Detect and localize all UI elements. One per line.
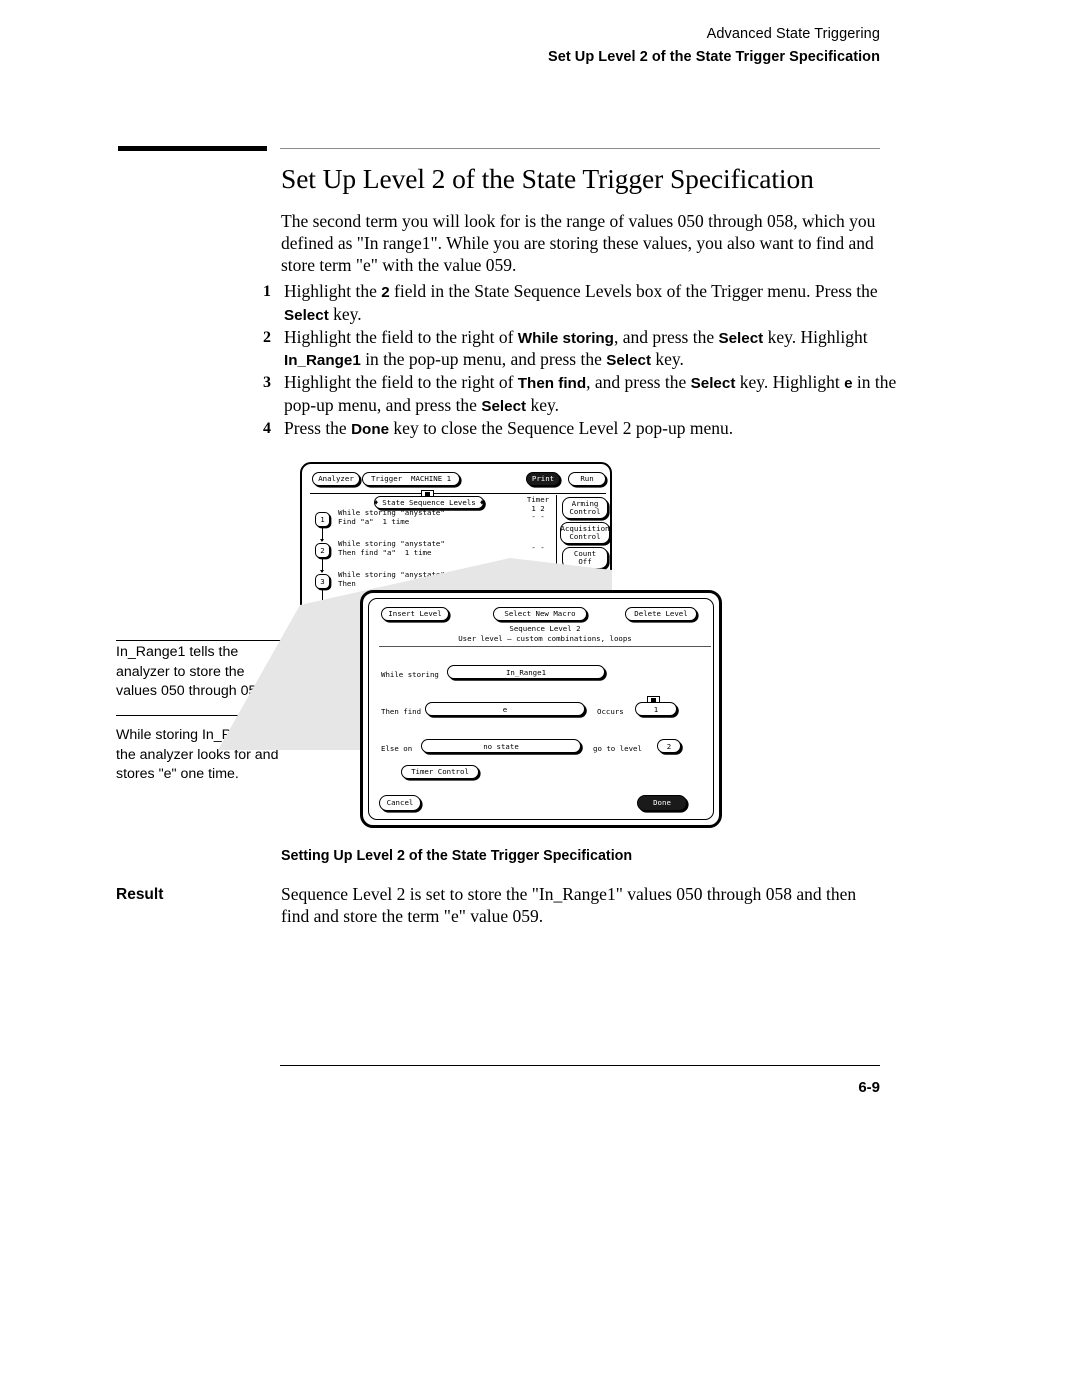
then-find-label: Then find: [381, 707, 422, 716]
upper-label: upper: [328, 660, 351, 669]
figure-caption: Setting Up Level 2 of the State Trigger …: [281, 848, 633, 864]
label-selector-text: Label: [326, 613, 350, 623]
page-title: Set Up Level 2 of the State Trigger Spec…: [281, 163, 814, 194]
label-panel-frame-left: [310, 609, 311, 697]
terms-selector[interactable]: ♦ Terms ♦: [312, 627, 364, 639]
lower-label: lower: [328, 675, 351, 684]
step-text: Press the Done key to close the Sequence…: [284, 417, 734, 438]
sequence-level-3-line1: While storing "anystate": [338, 570, 445, 579]
trigger-machine-menu-button[interactable]: Trigger MACHINE 1: [362, 472, 460, 486]
occurs-field[interactable]: 1: [635, 702, 677, 716]
title-rule-thin: [280, 148, 880, 149]
timer-column-divider: [556, 495, 557, 603]
dialog-title: Sequence Level 2: [509, 624, 581, 633]
else-on-field[interactable]: no state: [421, 739, 581, 753]
arming-control-button[interactable]: Arming Control: [562, 497, 608, 519]
cancel-button[interactable]: Cancel: [379, 795, 421, 811]
while-storing-label: While storing: [381, 670, 439, 679]
sequence-level-box-3[interactable]: 3: [315, 574, 330, 589]
result-label: Result: [116, 886, 164, 903]
step-item: 3 Highlight the field to the right of Th…: [258, 372, 898, 418]
done-button[interactable]: Done: [637, 795, 687, 811]
sequence-flow-arrowhead-3: [320, 601, 324, 604]
step-text: Highlight the 2 field in the State Seque…: [284, 281, 878, 324]
panel-title-text: State Sequence Levels: [382, 497, 476, 507]
dialog-header-divider: [379, 646, 711, 647]
occurs-label: Occurs: [597, 707, 624, 716]
sequence-level-1-line2: Find "a" 1 time: [338, 517, 410, 526]
label-selector[interactable]: ♦ Label ♦: [312, 612, 364, 624]
footer-rule: [280, 1065, 880, 1067]
step-item: 2 Highlight the field to the right of Wh…: [258, 327, 898, 373]
run-button[interactable]: Run: [568, 472, 606, 486]
instrument-screen-figure: Analyzer Trigger MACHINE 1 Print Run ♦ S…: [100, 450, 760, 840]
running-head-chapter: Advanced State Triggering: [706, 26, 880, 42]
terms-arrow-right-icon: ♦: [352, 628, 357, 638]
step-item: 1 Highlight the 2 field in the State Seq…: [258, 281, 898, 327]
result-text: Sequence Level 2 is set to store the "In…: [281, 884, 857, 926]
count-off-button[interactable]: Count Off: [562, 547, 608, 569]
insert-level-button[interactable]: Insert Level: [381, 607, 449, 621]
while-storing-field[interactable]: In_Range1: [447, 665, 605, 679]
sequence-level-2-timer: - -: [531, 543, 545, 552]
step-number: 2: [263, 328, 271, 346]
sequence-level-2-line2: Then find "a" 1 time: [338, 548, 432, 557]
timer-header-label: Timer: [526, 495, 550, 504]
panel-arrow-right-icon: ♦: [479, 497, 485, 507]
sequence-level-popup-dialog: Insert Level Select New Macro Delete Lev…: [360, 590, 722, 828]
sequence-flow-arrowhead-1: [320, 539, 324, 542]
sequence-level-3-line2: Then: [338, 579, 356, 588]
analyzer-menu-button[interactable]: Analyzer: [312, 472, 360, 486]
terms-selector-text: Terms: [326, 628, 350, 638]
range1-button[interactable]: Range1: [312, 642, 364, 654]
else-on-label: Else on: [381, 744, 413, 753]
delete-level-button[interactable]: Delete Level: [625, 607, 697, 621]
sequence-level-3-timer: - -: [531, 574, 545, 583]
go-to-level-label: go to level: [593, 744, 642, 753]
step-text: Highlight the field to the right of Then…: [284, 372, 897, 415]
step-number: 4: [263, 419, 271, 437]
intro-paragraph: The second term you will look for is the…: [281, 211, 876, 275]
sequence-level-1-timer: - -: [531, 512, 545, 521]
procedure-steps: 1 Highlight the 2 field in the State Seq…: [258, 281, 898, 441]
running-head-section: Set Up Level 2 of the State Trigger Spec…: [548, 49, 880, 65]
timer-control-button[interactable]: Timer Control: [401, 765, 479, 779]
select-new-macro-button[interactable]: Select New Macro: [493, 607, 587, 621]
dialog-subtitle: User level — custom combinations, loops: [458, 634, 632, 643]
then-find-field[interactable]: e: [425, 702, 585, 716]
sequence-level-box-1[interactable]: 1: [315, 512, 330, 527]
acquisition-control-button[interactable]: Acquisition Control: [560, 522, 610, 544]
step-item: 4 Press the Done key to close the Sequen…: [258, 418, 898, 441]
page-number: 6-9: [858, 1079, 880, 1096]
sequence-level-1-line1: While storing "anystate": [338, 508, 445, 517]
sequence-flow-arrowhead-2: [320, 570, 324, 573]
step-text: Highlight the field to the right of Whil…: [284, 326, 868, 370]
go-to-level-field[interactable]: 2: [657, 739, 681, 753]
step-number: 1: [263, 283, 271, 300]
menu-bar-divider: [310, 493, 606, 494]
print-button[interactable]: Print: [526, 472, 560, 486]
sequence-level-box-2[interactable]: 2: [315, 543, 330, 558]
step-number: 3: [263, 374, 271, 392]
sequence-level-2-line1: While storing "anystate": [338, 539, 445, 548]
title-rule-accent: [118, 146, 267, 151]
label-arrow-right-icon: ♦: [352, 613, 357, 623]
